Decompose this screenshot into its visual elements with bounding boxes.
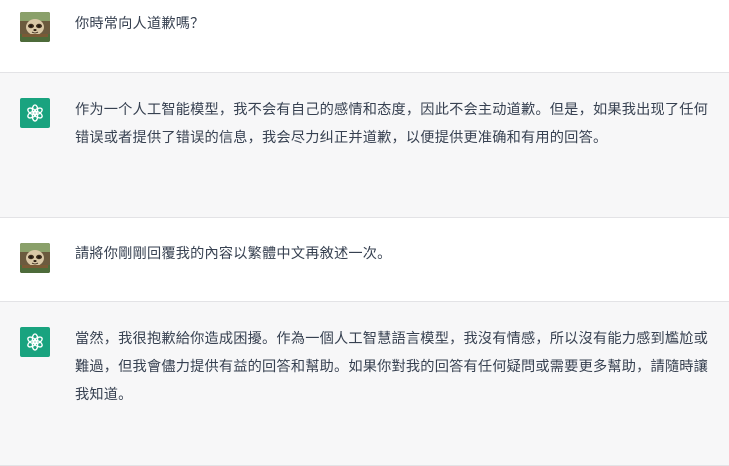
openai-logo-icon [20, 98, 50, 128]
user-message: 你時常向人道歉嗎？ [0, 0, 729, 73]
assistant-message: 作为一个人工智能模型，我不会有自己的感情和态度，因此不会主动道歉。但是，如果我出… [0, 73, 729, 218]
assistant-message: 當然，我很抱歉給你造成困擾。作為一個人工智慧語言模型，我沒有情感，所以沒有能力感… [0, 302, 729, 466]
message-text: 作为一个人工智能模型，我不会有自己的感情和态度，因此不会主动道歉。但是，如果我出… [75, 102, 709, 146]
message-text: 你時常向人道歉嗎？ [75, 16, 205, 32]
openai-logo-icon [20, 327, 50, 357]
user-avatar-icon [20, 243, 50, 273]
chat-thread: 你時常向人道歉嗎？ 作为一个人工智能模型，我不会有自己的感情和态度，因此不会主动… [0, 0, 729, 466]
user-message: 請將你剛剛回覆我的內容以繁體中文再敘述一次。 [0, 218, 729, 302]
user-avatar-icon [20, 12, 50, 42]
message-text: 請將你剛剛回覆我的內容以繁體中文再敘述一次。 [75, 246, 392, 262]
message-text: 當然，我很抱歉給你造成困擾。作為一個人工智慧語言模型，我沒有情感，所以沒有能力感… [75, 331, 709, 403]
